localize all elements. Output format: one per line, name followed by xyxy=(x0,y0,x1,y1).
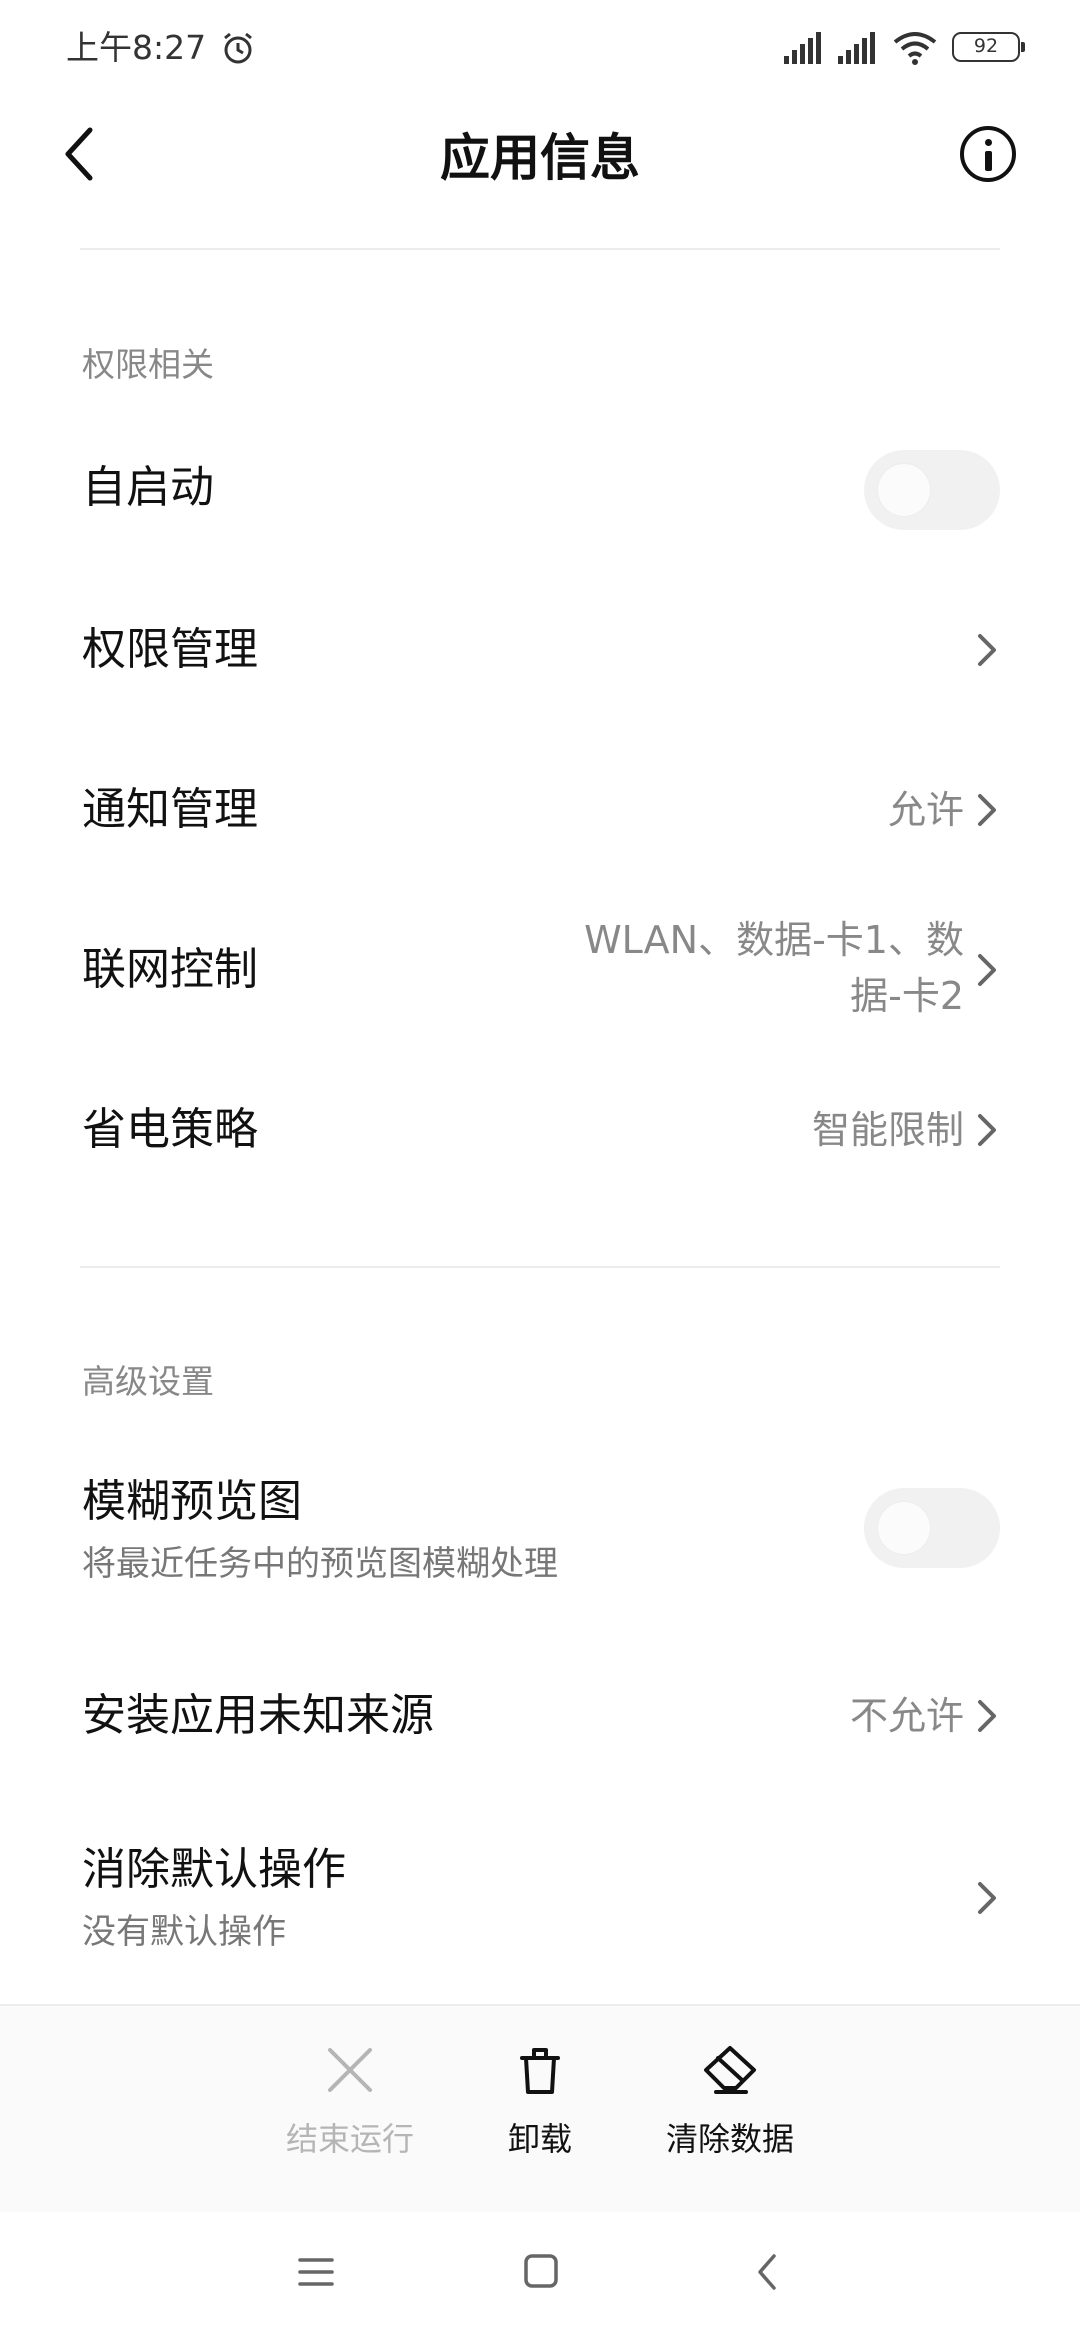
row-permission-management[interactable]: 权限管理 xyxy=(0,590,1080,710)
clear-data-button[interactable]: 清除数据 xyxy=(630,2004,830,2160)
row-value-line1: WLAN、数据-卡1、数 xyxy=(584,918,964,962)
row-title: 权限管理 xyxy=(82,624,258,675)
chevron-right-icon xyxy=(978,634,996,666)
row-unknown-sources[interactable]: 安装应用未知来源 不允许 xyxy=(0,1656,1080,1776)
uninstall-label: 卸载 xyxy=(507,2120,572,2158)
divider xyxy=(80,1266,1000,1268)
row-value: 不允许 xyxy=(849,1694,964,1738)
row-subtitle: 没有默认操作 xyxy=(82,1912,286,1952)
row-value-line2: 据-卡2 xyxy=(850,974,964,1018)
info-icon xyxy=(985,139,992,146)
row-subtitle: 将最近任务中的预览图模糊处理 xyxy=(82,1544,558,1584)
force-stop-label: 结束运行 xyxy=(285,2120,414,2158)
trash-icon xyxy=(520,2048,560,2094)
status-time: 上午8:27 xyxy=(66,28,207,67)
uninstall-button[interactable]: 卸载 xyxy=(440,2004,640,2160)
blur-preview-toggle[interactable] xyxy=(864,1488,1000,1568)
alarm-icon xyxy=(220,30,256,70)
row-autostart[interactable]: 自启动 xyxy=(0,430,1080,550)
back-nav-button[interactable] xyxy=(754,2252,782,2296)
page-title: 应用信息 xyxy=(440,129,640,187)
chevron-right-icon xyxy=(978,1700,996,1732)
menu-icon xyxy=(298,2258,334,2286)
row-notification-management[interactable]: 通知管理 允许 xyxy=(0,750,1080,870)
signal-icon-sim1 xyxy=(784,30,828,68)
chevron-right-icon xyxy=(978,794,996,826)
signal-icon-sim2 xyxy=(838,30,882,68)
menu-nav-button[interactable] xyxy=(296,2254,336,2294)
row-value: 允许 xyxy=(887,788,964,832)
row-title: 自启动 xyxy=(82,462,214,513)
info-button[interactable] xyxy=(960,126,1016,182)
eraser-icon xyxy=(704,2046,756,2094)
chevron-right-icon xyxy=(978,1114,996,1146)
divider xyxy=(80,248,1000,250)
wifi-icon xyxy=(892,30,938,70)
battery-indicator: 92 xyxy=(952,32,1025,62)
chevron-right-icon xyxy=(978,1882,996,1914)
row-clear-defaults[interactable]: 消除默认操作 没有默认操作 xyxy=(0,1820,1080,1980)
autostart-toggle[interactable] xyxy=(864,450,1000,530)
row-title: 模糊预览图 xyxy=(82,1476,302,1527)
section-label-permissions: 权限相关 xyxy=(82,345,214,384)
row-blur-preview[interactable]: 模糊预览图 将最近任务中的预览图模糊处理 xyxy=(0,1450,1080,1610)
row-network-control[interactable]: 联网控制 WLAN、数据-卡1、数 据-卡2 xyxy=(0,900,1080,1040)
clear-data-label: 清除数据 xyxy=(665,2120,794,2158)
row-value: 智能限制 xyxy=(811,1108,964,1152)
section-label-advanced: 高级设置 xyxy=(82,1362,214,1401)
home-icon xyxy=(524,2254,558,2288)
row-title: 联网控制 xyxy=(82,944,258,995)
row-title: 省电策略 xyxy=(82,1104,258,1155)
chevron-right-icon xyxy=(978,954,996,986)
row-battery-saver[interactable]: 省电策略 智能限制 xyxy=(0,1070,1080,1190)
row-title: 安装应用未知来源 xyxy=(82,1690,434,1741)
row-title: 通知管理 xyxy=(82,784,258,835)
force-stop-button[interactable]: 结束运行 xyxy=(250,2004,450,2160)
back-icon xyxy=(758,2254,776,2290)
close-icon xyxy=(328,2048,372,2092)
home-nav-button[interactable] xyxy=(522,2252,560,2294)
row-title: 消除默认操作 xyxy=(82,1844,346,1895)
